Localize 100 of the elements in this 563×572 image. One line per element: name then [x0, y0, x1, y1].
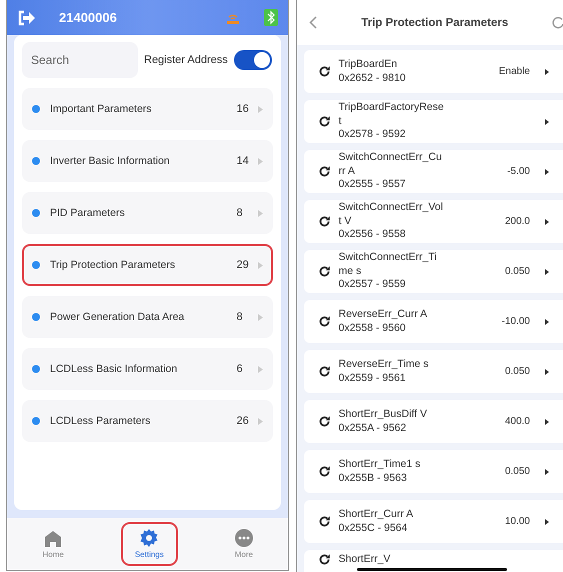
- group-dot: [32, 417, 40, 425]
- parameter-address: 0x2558 - 9560: [338, 322, 407, 335]
- caret-icon: [545, 318, 549, 324]
- group-label: Power Generation Data Area: [50, 311, 186, 323]
- parameter-name: ReverseErr_Curr A: [338, 308, 428, 322]
- parameter-address: 0x255C - 9564: [338, 522, 408, 535]
- parameter-value: -5.00: [507, 166, 530, 177]
- parameter-value: 10.00: [504, 516, 530, 527]
- exit-icon[interactable]: [17, 10, 35, 26]
- group-dot: [32, 209, 40, 217]
- back-icon[interactable]: [309, 16, 318, 29]
- parameter-value: 200.0: [504, 216, 530, 227]
- parameter-name: ShortErr_BusDiff V: [338, 408, 428, 422]
- group-dot: [32, 313, 40, 321]
- refresh-icon[interactable]: [318, 415, 332, 428]
- parameter-value: -10.00: [502, 316, 530, 327]
- parameter-address: 0x2555 - 9557: [338, 178, 407, 192]
- parameter-card[interactable]: SwitchConnectErr_Time s 0x2557 - 9559 0.050: [304, 250, 563, 293]
- tab-bar-item[interactable]: Settings: [120, 522, 178, 566]
- parameter-card[interactable]: ReverseErr_Time s 0x2559 - 9561 0.050: [304, 350, 563, 393]
- parameter-address: 0x2556 - 9558: [338, 228, 407, 242]
- group-dot: [32, 105, 40, 113]
- parameter-address: 0x2578 - 9592: [338, 128, 407, 142]
- caret-icon: [258, 262, 264, 268]
- group-count: 26: [236, 415, 250, 427]
- group-label: PID Parameters: [50, 207, 126, 219]
- parameter-name: ShortErr_Time1 s: [338, 458, 422, 472]
- parameter-name: SwitchConnectErr_Volt V: [338, 201, 444, 228]
- parameter-group-item[interactable]: Power Generation Data Area 8: [22, 296, 274, 338]
- parameter-address: 0x255A - 9562: [338, 422, 408, 435]
- parameter-card[interactable]: TripBoardFactoryReset 0x2578 - 9592: [304, 100, 563, 143]
- parameter-card[interactable]: ShortErr_Curr A 0x255C - 9564 10.00: [304, 500, 563, 543]
- refresh-icon[interactable]: [318, 65, 332, 78]
- caret-icon: [258, 210, 264, 216]
- group-count: 29: [236, 259, 250, 271]
- refresh-icon[interactable]: [318, 553, 332, 566]
- parameter-card[interactable]: SwitchConnectErr_Curr A 0x2555 - 9557 -5.00: [304, 150, 563, 193]
- caret-icon: [545, 168, 549, 174]
- caret-icon: [258, 366, 264, 372]
- caret-icon: [545, 518, 549, 524]
- refresh-icon[interactable]: [318, 315, 332, 328]
- parameter-group-item[interactable]: Important Parameters 16: [22, 88, 274, 130]
- group-label: LCDLess Basic Information: [50, 363, 178, 375]
- search-field[interactable]: Search: [22, 42, 138, 78]
- caret-icon: [545, 468, 549, 474]
- parameter-card[interactable]: TripBoardEn 0x2652 - 9810 Enable: [304, 50, 563, 93]
- parameter-group-item[interactable]: LCDLess Basic Information 6: [22, 348, 274, 390]
- group-label: Important Parameters: [50, 103, 153, 115]
- refresh-icon[interactable]: [318, 165, 332, 178]
- parameter-name: SwitchConnectErr_Time s: [338, 251, 438, 278]
- parameter-value: 0.050: [504, 266, 530, 277]
- parameter-name: SwitchConnectErr_Curr A: [338, 151, 443, 178]
- parameter-value: 0.050: [504, 366, 530, 377]
- group-label: Trip Protection Parameters: [50, 259, 176, 271]
- parameter-group-item[interactable]: Inverter Basic Information 14: [22, 140, 274, 182]
- parameter-value: 400.0: [504, 416, 530, 427]
- refresh-icon[interactable]: [318, 465, 332, 478]
- parameter-address: 0x2557 - 9559: [338, 278, 407, 292]
- group-count: 6: [236, 363, 244, 375]
- parameter-card[interactable]: ShortErr_Time1 s 0x255B - 9563 0.050: [304, 450, 563, 493]
- parameter-card[interactable]: ShortErr_BusDiff V 0x255A - 9562 400.0: [304, 400, 563, 443]
- parameter-card[interactable]: ReverseErr_Curr A 0x2558 - 9560 -10.00: [304, 300, 563, 343]
- parameter-address: 0x2652 - 9810: [338, 72, 407, 85]
- parameter-name: ShortErr_V: [338, 553, 392, 566]
- screen-title: Trip Protection Parameters: [360, 16, 510, 28]
- parameter-card[interactable]: ShortErr_V: [304, 550, 563, 572]
- group-dot: [32, 365, 40, 373]
- device-id: 21400006: [59, 10, 118, 25]
- group-count: 14: [236, 155, 250, 167]
- group-count: 8: [236, 311, 244, 323]
- refresh-icon[interactable]: [318, 215, 332, 228]
- group-count: 16: [236, 103, 250, 115]
- home-icon: [44, 530, 62, 546]
- parameter-group-item[interactable]: LCDLess Parameters 26: [22, 400, 274, 442]
- caret-icon: [545, 118, 549, 124]
- parameter-name: TripBoardFactoryReset: [338, 101, 444, 128]
- caret-icon: [258, 106, 264, 112]
- refresh-icon[interactable]: [318, 265, 332, 278]
- caret-icon: [545, 418, 549, 424]
- settings-icon: [140, 529, 158, 547]
- refresh-icon[interactable]: [318, 365, 332, 378]
- caret-icon: [545, 268, 549, 274]
- caret-icon: [545, 218, 549, 224]
- caret-icon: [258, 418, 264, 424]
- group-dot: [32, 261, 40, 269]
- group-count: 8: [236, 207, 244, 219]
- register-address-toggle[interactable]: [234, 50, 272, 70]
- group-label: Inverter Basic Information: [50, 155, 171, 167]
- parameter-group-item[interactable]: Trip Protection Parameters 29: [22, 244, 274, 286]
- group-label: LCDLess Parameters: [50, 415, 152, 427]
- parameter-group-item[interactable]: PID Parameters 8: [22, 192, 274, 234]
- more-icon: [234, 529, 253, 547]
- parameter-address: 0x2559 - 9561: [338, 372, 407, 385]
- refresh-icon[interactable]: [318, 115, 332, 128]
- group-dot: [32, 157, 40, 165]
- parameter-value: Enable: [498, 66, 530, 77]
- parameter-card[interactable]: SwitchConnectErr_Volt V 0x2556 - 9558 200.0: [304, 200, 563, 243]
- caret-icon: [545, 368, 549, 374]
- refresh-icon[interactable]: [318, 515, 332, 528]
- caret-icon: [545, 68, 549, 74]
